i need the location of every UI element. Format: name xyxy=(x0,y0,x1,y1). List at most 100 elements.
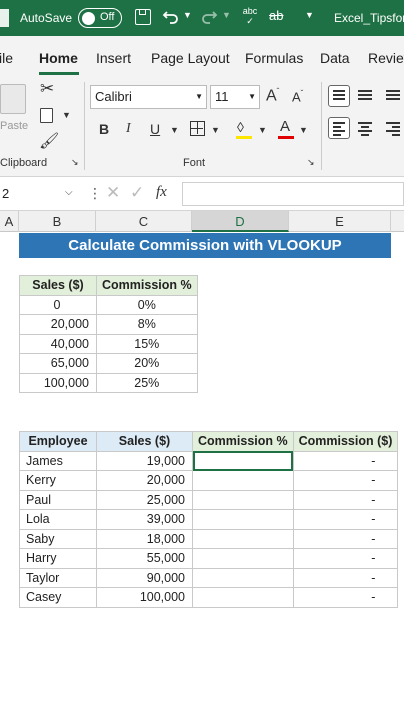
tab-home[interactable]: Home xyxy=(39,50,78,66)
insert-function-button[interactable]: fx xyxy=(156,184,167,201)
table-cell[interactable]: 0 xyxy=(19,294,97,315)
table-cell[interactable] xyxy=(192,567,294,588)
tab-formulas[interactable]: Formulas xyxy=(245,50,303,66)
table-cell[interactable]: Lola xyxy=(19,509,97,530)
table-cell[interactable] xyxy=(192,489,294,510)
table-cell[interactable]: - xyxy=(292,548,399,569)
tab-file[interactable]: ile xyxy=(0,50,13,66)
table-cell[interactable]: 100,000 xyxy=(19,372,97,393)
redo-icon[interactable] xyxy=(200,8,218,26)
table-cell[interactable]: Casey xyxy=(19,587,97,608)
column-header[interactable]: Commission % xyxy=(192,431,294,452)
table-cell[interactable]: 18,000 xyxy=(96,528,193,549)
underline-dropdown-icon[interactable]: ▼ xyxy=(170,125,179,135)
table-cell[interactable]: - xyxy=(292,509,399,530)
copy-icon[interactable] xyxy=(40,108,53,123)
align-right-icon[interactable] xyxy=(386,119,402,139)
strikethrough-icon[interactable]: ab xyxy=(269,8,283,23)
table-cell[interactable]: - xyxy=(292,470,399,491)
formula-input[interactable] xyxy=(182,182,404,206)
customize-qat-icon[interactable]: ▼ xyxy=(305,10,314,20)
format-painter-icon[interactable]: 🖌 xyxy=(39,131,59,151)
more-options-icon[interactable]: ⋮ xyxy=(88,185,102,202)
undo-dropdown-icon[interactable]: ▼ xyxy=(183,10,192,20)
table-cell[interactable]: Saby xyxy=(19,528,97,549)
align-center-icon[interactable] xyxy=(358,119,374,139)
name-box[interactable]: 2 xyxy=(2,186,9,201)
sheet-title-banner[interactable]: Calculate Commission with VLOOKUP xyxy=(19,233,391,258)
grow-font-button[interactable]: Aˆ xyxy=(266,87,279,105)
table-cell[interactable]: James xyxy=(19,450,97,471)
cut-icon[interactable]: ✂ xyxy=(40,79,54,99)
table-cell[interactable]: - xyxy=(292,489,399,510)
table-cell[interactable]: 39,000 xyxy=(96,509,193,530)
table-cell[interactable] xyxy=(192,587,294,608)
worksheet[interactable]: Calculate Commission with VLOOKUP Sales … xyxy=(0,232,404,720)
align-bottom-icon[interactable] xyxy=(386,87,402,105)
font-name-dropdown[interactable]: Calibri ▼ xyxy=(90,85,207,109)
font-launcher-icon[interactable]: ↘ xyxy=(307,157,315,168)
table-cell[interactable] xyxy=(192,528,294,549)
align-left-icon[interactable] xyxy=(328,117,350,139)
fill-color-icon[interactable]: ◊ xyxy=(236,119,252,139)
column-header-b[interactable]: B xyxy=(19,211,96,232)
table-cell[interactable]: 20% xyxy=(96,353,198,374)
autosave-toggle[interactable]: Off xyxy=(78,8,122,28)
column-header-c[interactable]: C xyxy=(96,211,192,232)
column-header-a[interactable]: A xyxy=(0,211,19,232)
copy-dropdown-icon[interactable]: ▼ xyxy=(62,110,71,120)
column-header[interactable]: Employee xyxy=(19,431,97,452)
table-cell[interactable]: 20,000 xyxy=(96,470,193,491)
table-cell[interactable]: Kerry xyxy=(19,470,97,491)
name-box-dropdown-icon[interactable]: ⌵ xyxy=(65,187,73,198)
cancel-icon[interactable]: ✕ xyxy=(106,183,120,203)
table-cell[interactable]: 90,000 xyxy=(96,567,193,588)
tab-page-layout[interactable]: Page Layout xyxy=(151,50,230,66)
bold-button[interactable]: B xyxy=(99,121,109,137)
table-cell[interactable]: 8% xyxy=(96,314,198,335)
font-size-dropdown[interactable]: 11 ▼ xyxy=(210,85,260,109)
table-cell[interactable]: Harry xyxy=(19,548,97,569)
align-middle-icon[interactable] xyxy=(358,87,374,105)
align-top-icon[interactable] xyxy=(328,85,350,107)
table-cell[interactable]: - xyxy=(292,567,399,588)
table-cell[interactable]: 100,000 xyxy=(96,587,193,608)
table-cell[interactable] xyxy=(192,548,294,569)
column-header[interactable]: Commission % xyxy=(96,275,198,296)
table-cell[interactable]: 65,000 xyxy=(19,353,97,374)
column-header-e[interactable]: E xyxy=(289,211,391,232)
table-cell[interactable] xyxy=(192,470,294,491)
fill-color-dropdown-icon[interactable]: ▼ xyxy=(258,125,267,135)
table-cell[interactable]: - xyxy=(292,587,399,608)
table-cell[interactable]: - xyxy=(292,450,399,471)
font-color-button[interactable]: A xyxy=(278,118,294,139)
redo-dropdown-icon[interactable]: ▼ xyxy=(222,10,231,20)
table-cell[interactable]: 25% xyxy=(96,372,198,393)
tab-data[interactable]: Data xyxy=(320,50,350,66)
italic-button[interactable]: I xyxy=(126,121,131,137)
table-cell[interactable]: 0% xyxy=(96,294,198,315)
table-cell[interactable]: 25,000 xyxy=(96,489,193,510)
table-cell[interactable]: 20,000 xyxy=(19,314,97,335)
column-header[interactable]: Sales ($) xyxy=(19,275,97,296)
borders-dropdown-icon[interactable]: ▼ xyxy=(211,125,220,135)
table-cell[interactable]: - xyxy=(292,528,399,549)
table-cell[interactable]: 55,000 xyxy=(96,548,193,569)
borders-icon[interactable] xyxy=(190,121,205,136)
save-icon[interactable] xyxy=(135,9,151,25)
column-header[interactable]: Commission ($) xyxy=(292,431,399,452)
column-header-d[interactable]: D xyxy=(192,211,289,232)
spelling-icon[interactable]: abc ✓ xyxy=(241,6,259,28)
enter-icon[interactable]: ✓ xyxy=(130,183,144,203)
table-cell[interactable]: Paul xyxy=(19,489,97,510)
clipboard-launcher-icon[interactable]: ↘ xyxy=(71,157,79,168)
column-header[interactable]: Sales ($) xyxy=(96,431,193,452)
undo-icon[interactable] xyxy=(162,8,180,26)
font-color-dropdown-icon[interactable]: ▼ xyxy=(299,125,308,135)
shrink-font-button[interactable]: Aˇ xyxy=(292,89,303,104)
table-cell[interactable] xyxy=(192,509,294,530)
tab-review[interactable]: Review xyxy=(368,50,404,66)
table-cell[interactable]: 19,000 xyxy=(96,450,193,471)
table-cell[interactable]: 40,000 xyxy=(19,333,97,354)
table-cell[interactable]: 15% xyxy=(96,333,198,354)
